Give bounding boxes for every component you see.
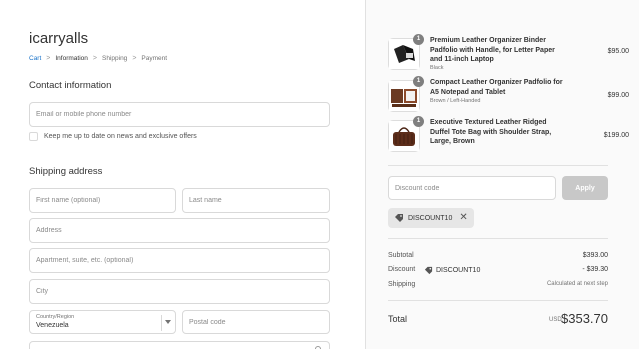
cart-item: 1 Executive Textured Leather Ridged Duff… xyxy=(388,116,629,154)
postal-code-input[interactable] xyxy=(189,311,329,333)
discount-label: Discount xyxy=(388,266,416,273)
newsletter-label: Keep me up to date on news and exclusive… xyxy=(44,133,197,140)
country-value: Venezuela xyxy=(36,322,69,329)
select-divider xyxy=(161,315,162,331)
city-field[interactable] xyxy=(29,279,330,304)
total-currency: USD xyxy=(549,317,562,323)
chevron-right-icon: > xyxy=(92,55,97,62)
first-name-input[interactable] xyxy=(36,189,175,212)
close-icon[interactable]: ✕ xyxy=(459,213,467,223)
checkout-main: icarryalls Cart > Information > Shipping… xyxy=(0,0,365,349)
quantity-badge: 1 xyxy=(413,76,424,87)
product-title: Executive Textured Leather Ridged Duffel… xyxy=(430,119,552,145)
shipping-title: Shipping address xyxy=(29,166,103,177)
subtotal-label: Subtotal xyxy=(388,252,414,259)
divider xyxy=(388,165,608,166)
newsletter-option[interactable]: Keep me up to date on news and exclusive… xyxy=(29,132,197,141)
shipping-label: Shipping xyxy=(388,281,416,288)
discount-tag: DISCOUNT10 ✕ xyxy=(388,208,474,228)
breadcrumb: Cart > Information > Shipping > Payment xyxy=(29,55,167,62)
apartment-field[interactable] xyxy=(29,248,330,273)
product-variant: Brown / Left-Handed xyxy=(430,98,481,104)
contact-title: Contact information xyxy=(29,80,112,91)
discount-value: - $39.30 xyxy=(582,266,608,273)
address-field[interactable] xyxy=(29,218,330,243)
postal-code-field[interactable] xyxy=(182,310,330,334)
last-name-field[interactable] xyxy=(182,188,330,213)
product-image: 1 xyxy=(388,34,424,70)
apply-button[interactable]: Apply xyxy=(562,176,608,200)
discount-code-input[interactable] xyxy=(395,184,555,192)
newsletter-checkbox[interactable] xyxy=(29,132,38,141)
country-select[interactable]: Country/Region Venezuela xyxy=(29,310,176,334)
total-amount: $353.70 xyxy=(561,311,608,326)
divider xyxy=(388,238,608,239)
total-label: Total xyxy=(388,314,408,324)
quantity-badge: 1 xyxy=(413,116,424,127)
last-name-input[interactable] xyxy=(189,189,329,212)
product-price: $199.00 xyxy=(603,132,629,139)
product-title: Premium Leather Organizer Binder Padfoli… xyxy=(430,37,555,63)
product-title: Compact Leather Organizer Padfolio for A… xyxy=(430,79,563,96)
shipping-value: Calculated at next step xyxy=(546,281,608,287)
phone-field[interactable] xyxy=(29,341,330,349)
product-variant: Black xyxy=(430,65,444,71)
order-summary: 1 Premium Leather Organizer Binder Padfo… xyxy=(365,0,639,349)
product-price: $99.00 xyxy=(607,92,629,99)
cart-item: 1 Premium Leather Organizer Binder Padfo… xyxy=(388,34,629,72)
store-name[interactable]: icarryalls xyxy=(29,30,88,47)
product-image: 1 xyxy=(388,76,424,112)
discount-tag-code: DISCOUNT10 xyxy=(408,214,453,222)
tag-icon xyxy=(424,266,433,275)
email-input[interactable] xyxy=(36,103,329,126)
email-field[interactable] xyxy=(29,102,330,127)
cart-item: 1 Compact Leather Organizer Padfolio for… xyxy=(388,76,629,112)
product-price: $95.00 xyxy=(607,48,629,55)
product-image: 1 xyxy=(388,116,424,152)
tag-icon xyxy=(395,214,403,222)
discount-code-field[interactable] xyxy=(388,176,556,200)
discount-code-text: DISCOUNT10 xyxy=(436,267,481,274)
divider xyxy=(388,300,608,301)
discount-code-display: DISCOUNT10 xyxy=(424,266,480,275)
breadcrumb-payment: Payment xyxy=(141,55,168,62)
first-name-field[interactable] xyxy=(29,188,176,213)
chevron-right-icon: > xyxy=(46,55,51,62)
quantity-badge: 1 xyxy=(413,34,424,45)
city-input[interactable] xyxy=(36,280,329,303)
country-label: Country/Region xyxy=(36,314,75,320)
address-input[interactable] xyxy=(36,219,329,242)
breadcrumb-cart[interactable]: Cart xyxy=(29,55,41,62)
apartment-input[interactable] xyxy=(36,249,329,272)
subtotal-value: $393.00 xyxy=(582,252,608,259)
chevron-right-icon: > xyxy=(132,55,137,62)
breadcrumb-information: Information xyxy=(55,55,88,62)
chevron-down-icon xyxy=(165,320,171,324)
breadcrumb-shipping: Shipping xyxy=(102,55,128,62)
